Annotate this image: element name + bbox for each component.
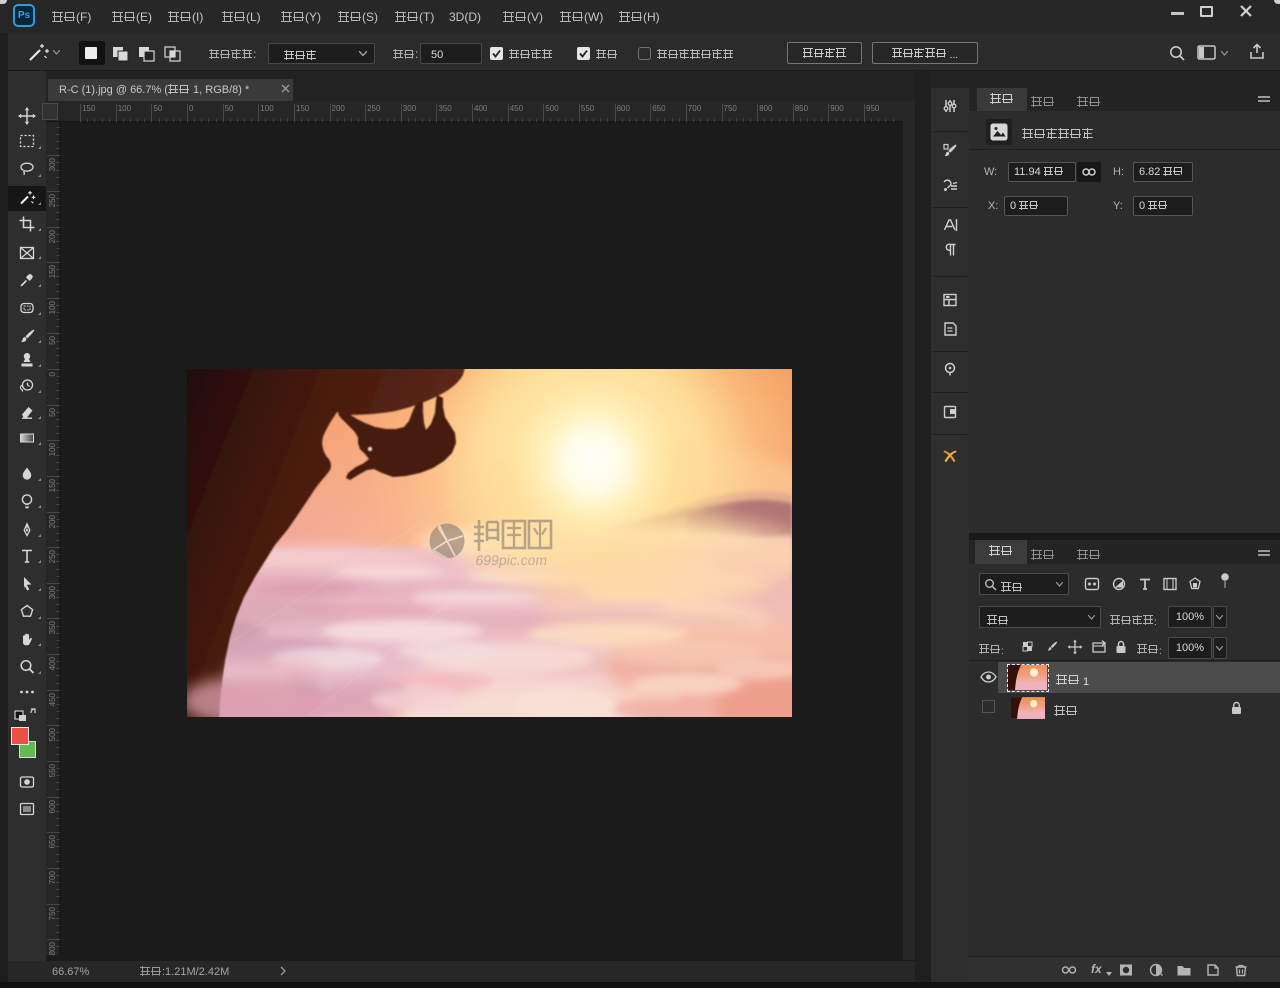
svg-text:699pic.com: 699pic.com [475,552,549,568]
